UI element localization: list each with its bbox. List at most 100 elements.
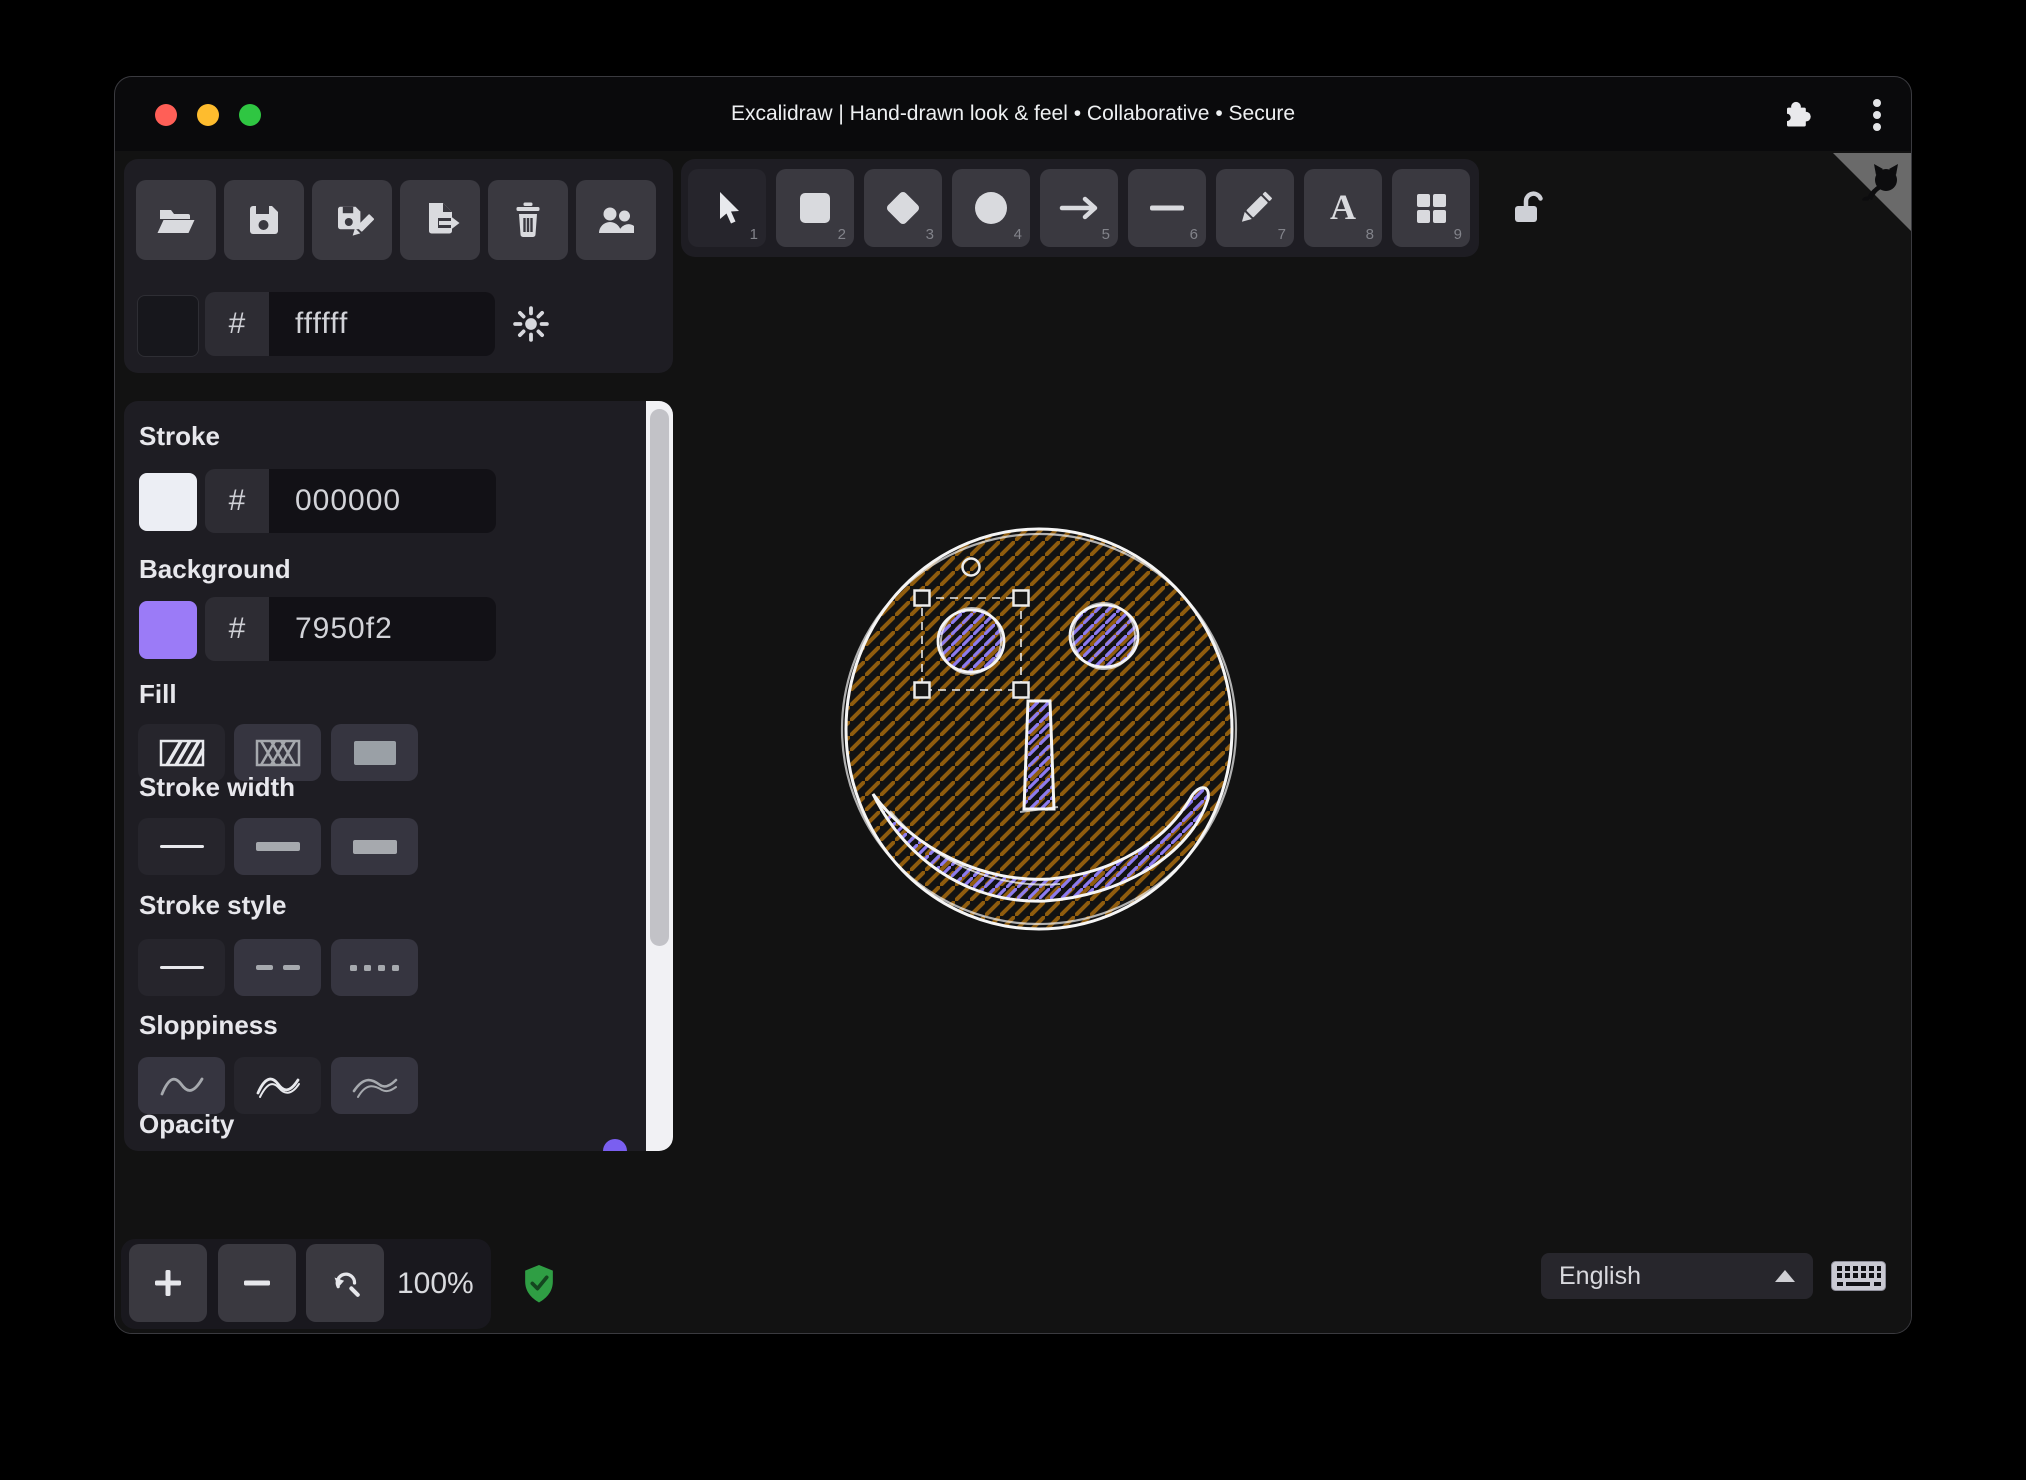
titlebar: Excalidraw | Hand-drawn look & feel • Co… <box>115 77 1911 151</box>
sloppiness-artist-button[interactable] <box>234 1057 321 1114</box>
background-label: Background <box>139 554 291 584</box>
tool-shortcut: 6 <box>1189 226 1198 243</box>
open-file-button[interactable] <box>136 180 216 260</box>
shape-properties-panel: Stroke # 000000 Background # 7950f2 Fill <box>124 401 673 1151</box>
arrow-icon <box>1059 196 1098 220</box>
tools-island: 1 2 3 4 5 6 7 A 8 9 <box>681 159 1479 257</box>
save-as-button[interactable] <box>312 180 392 260</box>
rectangle-icon <box>800 193 830 223</box>
fill-solid-button[interactable] <box>331 724 418 781</box>
opacity-slider-thumb[interactable] <box>603 1139 627 1151</box>
zoom-level[interactable]: 100% <box>397 1257 487 1311</box>
extensions-puzzle-icon[interactable] <box>1778 97 1814 133</box>
stroke-label: Stroke <box>139 421 220 451</box>
stroke-hex-value[interactable]: 000000 <box>269 469 496 533</box>
stroke-style-solid-button[interactable] <box>138 939 225 996</box>
tool-draw[interactable]: 7 <box>1216 169 1294 247</box>
artist-squiggle-icon <box>256 1077 300 1098</box>
sloppiness-architect-button[interactable] <box>138 1057 225 1114</box>
fill-cross-hatch-icon <box>255 739 300 766</box>
tool-shortcut: 7 <box>1277 226 1286 243</box>
theme-toggle-sun-icon[interactable] <box>513 306 549 342</box>
fill-label: Fill <box>139 679 177 709</box>
save-icon <box>250 206 278 234</box>
selection-handle-top-right[interactable] <box>1012 589 1030 607</box>
svg-text:A: A <box>1330 187 1356 227</box>
solid-line-icon <box>159 965 204 970</box>
tool-ellipse[interactable]: 4 <box>952 169 1030 247</box>
language-value: English <box>1559 1261 1641 1290</box>
stroke-style-dashed-button[interactable] <box>234 939 321 996</box>
keyboard-shortcuts-icon[interactable] <box>1831 1261 1886 1291</box>
fill-solid-icon <box>353 740 396 765</box>
tool-shortcut: 8 <box>1365 226 1374 243</box>
shield-check-icon[interactable] <box>523 1264 555 1304</box>
sloppiness-cartoonist-button[interactable] <box>331 1057 418 1114</box>
selection-cursor-icon <box>720 192 739 224</box>
zoom-out-button[interactable] <box>218 1244 296 1322</box>
background-color-swatch[interactable] <box>139 601 197 659</box>
tool-diamond[interactable]: 3 <box>864 169 942 247</box>
panel-scrollbar-track[interactable] <box>646 401 673 1151</box>
cartoonist-squiggle-icon <box>352 1078 397 1098</box>
language-select[interactable]: English <box>1541 1253 1813 1299</box>
line-icon <box>1150 205 1184 211</box>
hex-prefix: # <box>205 469 269 533</box>
background-hex-value[interactable]: 7950f2 <box>269 597 496 661</box>
reset-zoom-button[interactable] <box>306 1244 384 1322</box>
panel-scrollbar-thumb[interactable] <box>650 409 669 946</box>
tool-selection[interactable]: 1 <box>688 169 766 247</box>
ellipse-icon <box>975 192 1007 224</box>
collaborators-icon <box>599 207 634 233</box>
extra-bold-line-icon <box>352 839 397 854</box>
fill-hachure-icon <box>159 739 205 766</box>
canvas-background-hex-value[interactable]: ffffff <box>269 292 495 356</box>
export-button[interactable] <box>400 180 480 260</box>
tool-shortcut: 5 <box>1101 226 1110 243</box>
excalidraw-window: Excalidraw | Hand-drawn look & feel • Co… <box>114 76 1912 1334</box>
github-corner[interactable] <box>1833 153 1911 231</box>
stroke-style-label: Stroke style <box>139 890 287 920</box>
smiley-face-drawing[interactable] <box>834 526 1245 933</box>
selection-handle-bottom-right[interactable] <box>1012 681 1030 699</box>
smiley-nose[interactable] <box>1022 699 1056 811</box>
trash-icon <box>516 202 540 237</box>
minus-icon <box>244 1280 270 1286</box>
clear-canvas-button[interactable] <box>488 180 568 260</box>
canvas-background-swatch[interactable] <box>137 295 199 357</box>
stroke-width-extra-bold-button[interactable] <box>331 818 418 875</box>
stroke-hex-input[interactable]: # 000000 <box>205 469 496 533</box>
selection-handle-bottom-left[interactable] <box>913 681 931 699</box>
open-file-icon <box>157 210 195 233</box>
hex-prefix: # <box>205 597 269 661</box>
collaborators-button[interactable] <box>576 180 656 260</box>
file-toolbar-island: # ffffff <box>124 159 673 373</box>
selection-handle-top-left[interactable] <box>913 589 931 607</box>
plus-icon <box>155 1270 181 1296</box>
stroke-width-bold-button[interactable] <box>234 818 321 875</box>
tool-shortcut: 4 <box>1013 226 1022 243</box>
bold-line-icon <box>255 842 300 851</box>
stroke-color-swatch[interactable] <box>139 473 197 531</box>
excalidraw-app: # ffffff 1 2 3 4 5 6 7 A 8 9 Stroke # 00… <box>115 151 1911 1333</box>
tool-shortcut: 1 <box>749 226 758 243</box>
unlocked-padlock-icon[interactable] <box>1511 189 1549 227</box>
overflow-menu-icon[interactable] <box>1865 99 1889 133</box>
window-title: Excalidraw | Hand-drawn look & feel • Co… <box>730 102 1296 125</box>
dashed-line-icon <box>255 965 300 970</box>
tool-text[interactable]: A 8 <box>1304 169 1382 247</box>
export-icon <box>429 203 460 234</box>
stroke-style-dotted-button[interactable] <box>331 939 418 996</box>
diamond-icon <box>886 191 920 225</box>
tool-library[interactable]: 9 <box>1392 169 1470 247</box>
tool-line[interactable]: 6 <box>1128 169 1206 247</box>
hex-prefix: # <box>205 292 269 356</box>
save-button[interactable] <box>224 180 304 260</box>
background-hex-input[interactable]: # 7950f2 <box>205 597 496 661</box>
zoom-in-button[interactable] <box>129 1244 207 1322</box>
dotted-line-icon <box>350 964 399 971</box>
tool-rectangle[interactable]: 2 <box>776 169 854 247</box>
tool-arrow[interactable]: 5 <box>1040 169 1118 247</box>
canvas-background-hex-input[interactable]: # ffffff <box>205 292 495 356</box>
stroke-width-thin-button[interactable] <box>138 818 225 875</box>
